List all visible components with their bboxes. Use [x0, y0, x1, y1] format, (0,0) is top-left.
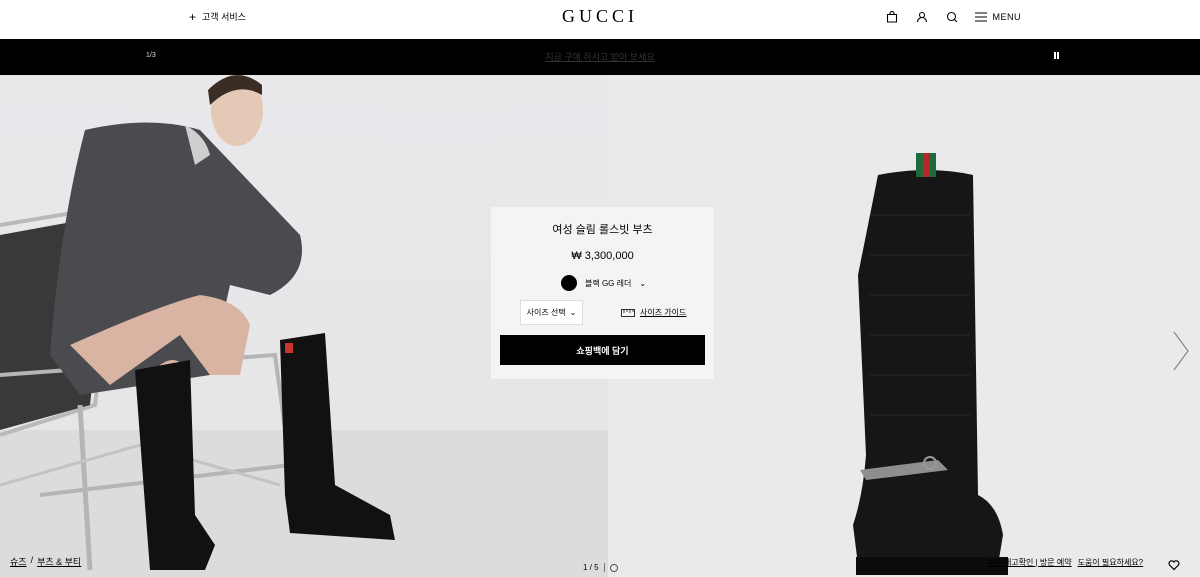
promo-message[interactable]: 지금 구매 하시고 받아 보세요: [0, 50, 1200, 63]
breadcrumb-separator: /: [30, 555, 34, 565]
size-select-label: 사이즈 선택: [526, 308, 566, 317]
gallery-pager: 1 / 5: [583, 563, 618, 572]
site-header: + 고객 서비스 GUCCI MENU: [0, 0, 1200, 39]
pause-icon[interactable]: [1053, 52, 1061, 62]
size-guide-label: 사이즈 가이드: [640, 308, 687, 317]
ruler-icon: [621, 308, 635, 317]
hamburger-icon: [974, 12, 987, 22]
size-select[interactable]: 사이즈 선택 ⌄: [520, 300, 583, 325]
chevron-down-icon: ⌄: [569, 308, 577, 317]
shopping-bag-icon[interactable]: [885, 10, 899, 24]
breadcrumb: 슈즈 / 부츠 & 부티: [10, 555, 81, 568]
store-links: 매장 재고확인 | 방문 예약 도움이 필요하세요?: [987, 557, 1143, 568]
chevron-down-icon: ⌄: [639, 278, 647, 288]
help-link[interactable]: 도움이 필요하세요?: [1078, 557, 1144, 568]
pager-divider: [603, 563, 605, 572]
color-label: 블랙 GG 레더: [585, 278, 632, 288]
color-selector[interactable]: 블랙 GG 레더 ⌄: [561, 275, 646, 291]
check-store-link[interactable]: 매장 재고확인 | 방문 예약: [987, 557, 1072, 568]
breadcrumb-shoes[interactable]: 슈즈: [10, 555, 27, 568]
add-to-bag-button[interactable]: 쇼핑백에 담기: [500, 335, 705, 365]
header-icons: MENU: [885, 10, 1022, 24]
promo-bar: 1/3 지금 구매 하시고 받아 보세요: [0, 39, 1200, 75]
menu-label: MENU: [992, 12, 1021, 22]
user-icon[interactable]: [915, 10, 929, 24]
color-swatch: [561, 275, 577, 291]
product-title: 여성 슬림 롤스빗 부츠: [552, 224, 653, 236]
heart-icon[interactable]: [1168, 559, 1180, 571]
search-icon[interactable]: [945, 10, 959, 24]
product-price: ₩ 3,300,000: [571, 250, 634, 262]
pager-text: 1 / 5: [583, 563, 599, 572]
chevron-right-icon[interactable]: [1171, 330, 1191, 372]
product-card: 여성 슬림 롤스빗 부츠 ₩ 3,300,000 블랙 GG 레더 ⌄ 사이즈 …: [491, 207, 714, 379]
menu-button[interactable]: MENU: [974, 12, 1022, 22]
size-guide-link[interactable]: 사이즈 가이드: [621, 307, 686, 318]
pager-dot[interactable]: [609, 563, 618, 572]
breadcrumb-boots[interactable]: 부츠 & 부티: [37, 555, 81, 568]
